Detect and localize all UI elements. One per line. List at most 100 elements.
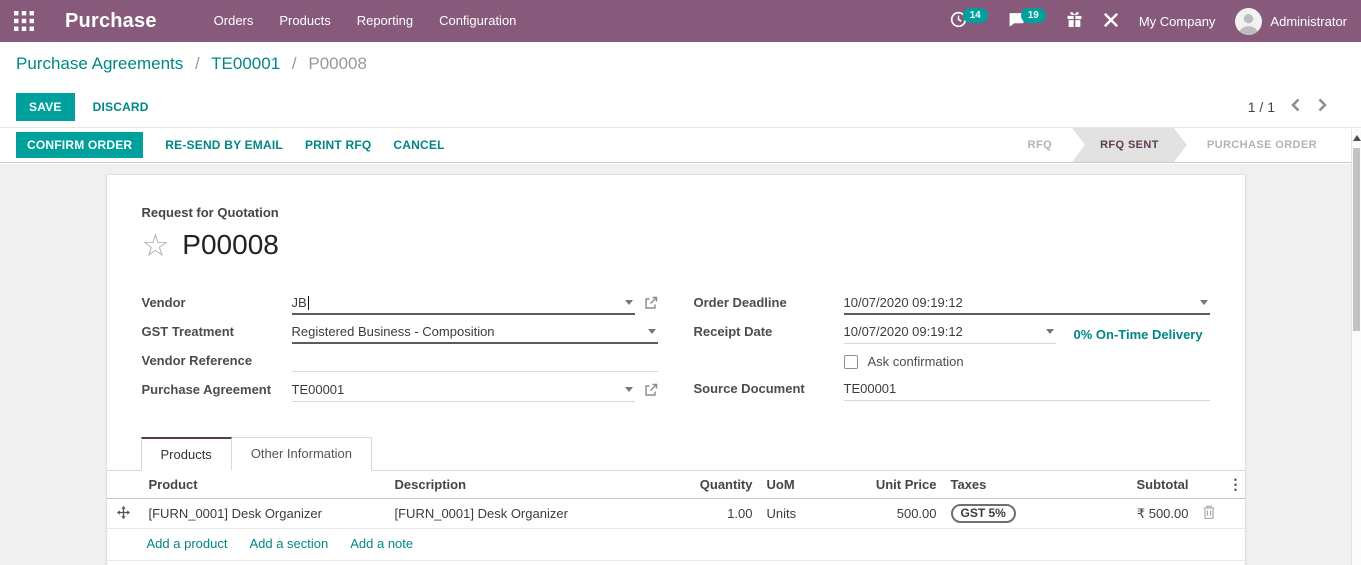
- cell-uom[interactable]: Units: [760, 498, 863, 529]
- messages-button[interactable]: 19: [1008, 7, 1046, 31]
- state-rfq-sent[interactable]: RFQ SENT: [1072, 128, 1187, 162]
- cell-product[interactable]: [FURN_0001] Desk Organizer: [142, 498, 389, 529]
- pager-next-button[interactable]: [1316, 96, 1329, 117]
- vendor-reference-input[interactable]: [291, 351, 658, 372]
- cell-taxes[interactable]: GST 5%: [944, 498, 1039, 529]
- menu-orders[interactable]: Orders: [201, 0, 267, 42]
- app-title: Purchase: [65, 9, 157, 32]
- trash-icon: [1203, 505, 1215, 522]
- breadcrumb-current: P00008: [308, 54, 367, 73]
- vertical-scrollbar[interactable]: [1351, 129, 1361, 565]
- field-ask-confirmation[interactable]: Ask confirmation: [843, 351, 1210, 372]
- user-menu[interactable]: Administrator: [1235, 7, 1347, 35]
- resend-by-email-button[interactable]: RE-SEND BY EMAIL: [165, 138, 283, 152]
- field-gst-treatment: GST Treatment Registered Business - Comp…: [142, 322, 658, 344]
- breadcrumb-agreement[interactable]: TE00001: [211, 54, 280, 73]
- main-menu: Orders Products Reporting Configuration: [201, 0, 530, 42]
- breadcrumb-separator: /: [291, 54, 297, 73]
- gst-dropdown-caret-icon[interactable]: [647, 329, 656, 334]
- vendor-input[interactable]: JB: [291, 293, 635, 315]
- col-product: Product: [142, 471, 389, 499]
- apps-menu-icon[interactable]: [14, 10, 36, 32]
- list-add-links: Add a product Add a section Add a note: [106, 529, 1245, 561]
- save-button[interactable]: SAVE: [16, 92, 75, 121]
- activities-count-badge: 14: [962, 7, 988, 23]
- tab-other-information[interactable]: Other Information: [231, 437, 372, 471]
- ask-confirmation-checkbox[interactable]: [843, 354, 858, 369]
- state-purchase-order[interactable]: PURCHASE ORDER: [1187, 128, 1337, 162]
- col-description: Description: [388, 471, 691, 499]
- field-source-document: Source Document TE00001: [694, 379, 1210, 401]
- add-a-product-link[interactable]: Add a product: [147, 536, 228, 551]
- breadcrumb-purchase-agreements[interactable]: Purchase Agreements: [16, 54, 183, 73]
- field-groups: Vendor JB GST Treatment Registered Busin…: [142, 293, 1210, 402]
- messages-count-badge: 19: [1020, 7, 1046, 23]
- field-purchase-agreement: Purchase Agreement TE00001: [142, 380, 658, 402]
- top-navbar: Purchase Orders Products Reporting Confi…: [0, 0, 1361, 42]
- agreement-external-link-button[interactable]: [644, 383, 658, 400]
- cancel-button[interactable]: CANCEL: [393, 138, 444, 152]
- drag-handle-icon[interactable]: [106, 498, 143, 529]
- debug-tools-button[interactable]: [1103, 12, 1119, 31]
- vendor-dropdown-caret-icon[interactable]: [624, 300, 633, 305]
- menu-products[interactable]: Products: [266, 0, 343, 42]
- col-uom: UoM: [760, 471, 863, 499]
- pager-previous-button[interactable]: [1289, 96, 1302, 117]
- ask-confirmation-label: Ask confirmation: [867, 354, 964, 369]
- gst-treatment-select[interactable]: Registered Business - Composition: [291, 322, 658, 344]
- order-deadline-label: Order Deadline: [693, 295, 787, 310]
- receipt-dropdown-caret-icon[interactable]: [1045, 329, 1054, 334]
- purchase-agreement-input[interactable]: TE00001: [291, 380, 635, 402]
- delete-line-button[interactable]: [1203, 505, 1215, 522]
- receipt-date-input[interactable]: 10/07/2020 09:19:12: [843, 322, 1056, 344]
- cell-quantity[interactable]: 1.00: [690, 498, 761, 529]
- agreement-dropdown-caret-icon[interactable]: [624, 387, 633, 392]
- print-rfq-button[interactable]: PRINT RFQ: [305, 138, 371, 152]
- activities-button[interactable]: 14: [950, 7, 988, 31]
- external-link-icon: [644, 296, 658, 313]
- actions-row: SAVE DISCARD 1 / 1: [0, 86, 1361, 128]
- gift-button[interactable]: [1066, 11, 1083, 31]
- company-switcher[interactable]: My Company: [1139, 14, 1216, 29]
- state-rfq[interactable]: RFQ: [1008, 128, 1072, 162]
- optional-columns-icon[interactable]: ⋮: [1229, 477, 1243, 491]
- discard-button[interactable]: DISCARD: [93, 100, 149, 114]
- col-quantity: Quantity: [690, 471, 761, 499]
- scroll-up-arrow-icon[interactable]: [1353, 135, 1361, 141]
- cell-description[interactable]: [FURN_0001] Desk Organizer: [388, 498, 691, 529]
- table-row[interactable]: [FURN_0001] Desk Organizer [FURN_0001] D…: [106, 498, 1245, 529]
- pager: 1 / 1: [1248, 96, 1329, 117]
- vendor-external-link-button[interactable]: [644, 296, 658, 313]
- purchase-agreement-value: TE00001: [291, 382, 345, 397]
- statusbar: CONFIRM ORDER RE-SEND BY EMAIL PRINT RFQ…: [0, 128, 1361, 163]
- on-time-delivery-link[interactable]: 0% On-Time Delivery: [1074, 325, 1203, 342]
- source-document-label: Source Document: [693, 381, 805, 396]
- menu-reporting[interactable]: Reporting: [344, 0, 426, 42]
- breadcrumb: Purchase Agreements / TE00001 / P00008: [16, 54, 367, 74]
- field-vendor: Vendor JB: [142, 293, 658, 315]
- order-deadline-input[interactable]: 10/07/2020 09:19:12: [843, 293, 1210, 315]
- gst-treatment-value: Registered Business - Composition: [291, 324, 495, 339]
- source-document-input[interactable]: TE00001: [843, 379, 1210, 401]
- add-a-note-link[interactable]: Add a note: [350, 536, 413, 551]
- table-header-row: Product Description Quantity UoM Unit Pr…: [106, 471, 1245, 499]
- user-avatar: [1235, 7, 1263, 35]
- tax-badge[interactable]: GST 5%: [950, 504, 1016, 523]
- external-link-icon: [644, 383, 658, 400]
- gift-icon: [1066, 11, 1083, 31]
- add-a-section-link[interactable]: Add a section: [249, 536, 328, 551]
- scrollbar-thumb[interactable]: [1353, 148, 1360, 331]
- text-cursor: [307, 295, 309, 310]
- tab-products[interactable]: Products: [140, 437, 232, 471]
- gst-treatment-label: GST Treatment: [141, 324, 234, 339]
- chevron-left-icon: [1291, 98, 1300, 115]
- deadline-dropdown-caret-icon[interactable]: [1199, 300, 1208, 305]
- cell-unit-price[interactable]: 500.00: [862, 498, 945, 529]
- col-delete: [1196, 471, 1223, 499]
- breadcrumb-separator: /: [195, 54, 200, 73]
- confirm-order-button[interactable]: CONFIRM ORDER: [16, 132, 144, 158]
- col-unit-price: Unit Price: [862, 471, 945, 499]
- favorite-star-icon[interactable]: ☆: [142, 230, 170, 261]
- receipt-date-label: Receipt Date: [693, 324, 773, 339]
- menu-configuration[interactable]: Configuration: [426, 0, 529, 42]
